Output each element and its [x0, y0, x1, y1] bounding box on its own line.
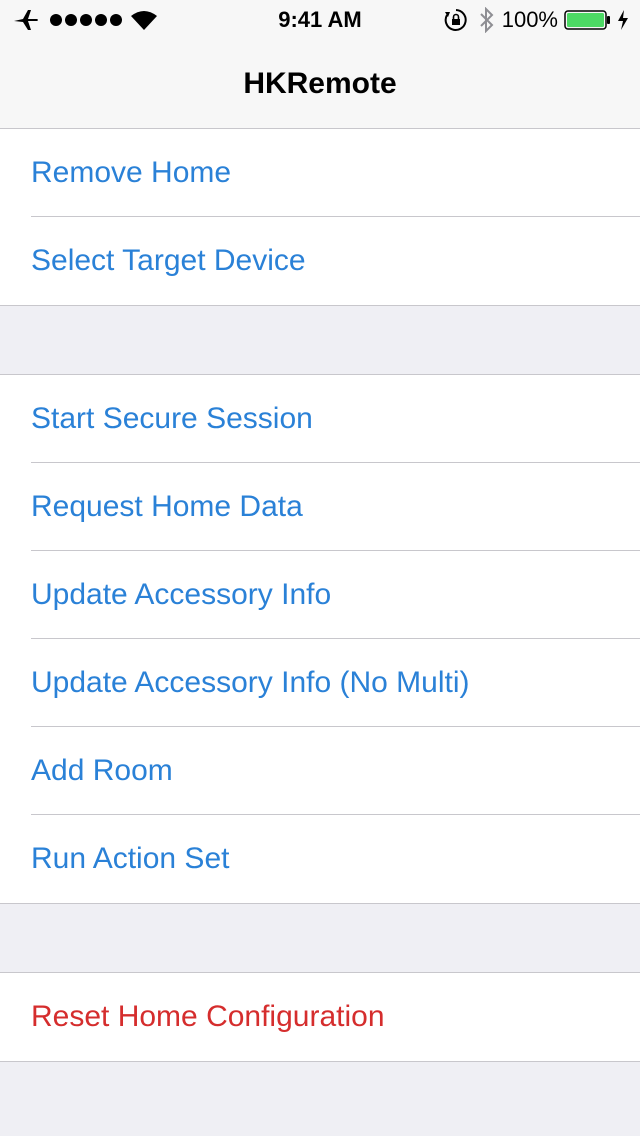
charging-icon — [616, 9, 630, 31]
battery-percent: 100% — [501, 7, 558, 32]
update-accessory-info-no-multi-cell[interactable]: Update Accessory Info (No Multi) — [0, 639, 640, 727]
battery-icon — [564, 9, 612, 31]
bluetooth-icon — [478, 6, 496, 34]
start-secure-session-cell[interactable]: Start Secure Session — [0, 375, 640, 463]
status-right: 100% — [444, 6, 630, 34]
navigation-bar: HKRemote — [0, 40, 640, 129]
select-target-device-cell[interactable]: Select Target Device — [0, 217, 640, 305]
section-reset: Reset Home Configuration — [0, 972, 640, 1062]
add-room-cell[interactable]: Add Room — [0, 727, 640, 815]
update-accessory-info-cell[interactable]: Update Accessory Info — [0, 551, 640, 639]
section-home: Remove Home Select Target Device — [0, 128, 640, 306]
nav-title: HKRemote — [243, 67, 397, 100]
run-action-set-cell[interactable]: Run Action Set — [0, 815, 640, 903]
section-actions: Start Secure Session Request Home Data U… — [0, 374, 640, 904]
orientation-lock-icon — [444, 8, 468, 32]
status-bar: 9:41 AM 100% — [0, 0, 640, 40]
reset-home-configuration-cell[interactable]: Reset Home Configuration — [0, 973, 640, 1061]
request-home-data-cell[interactable]: Request Home Data — [0, 463, 640, 551]
remove-home-cell[interactable]: Remove Home — [0, 129, 640, 217]
